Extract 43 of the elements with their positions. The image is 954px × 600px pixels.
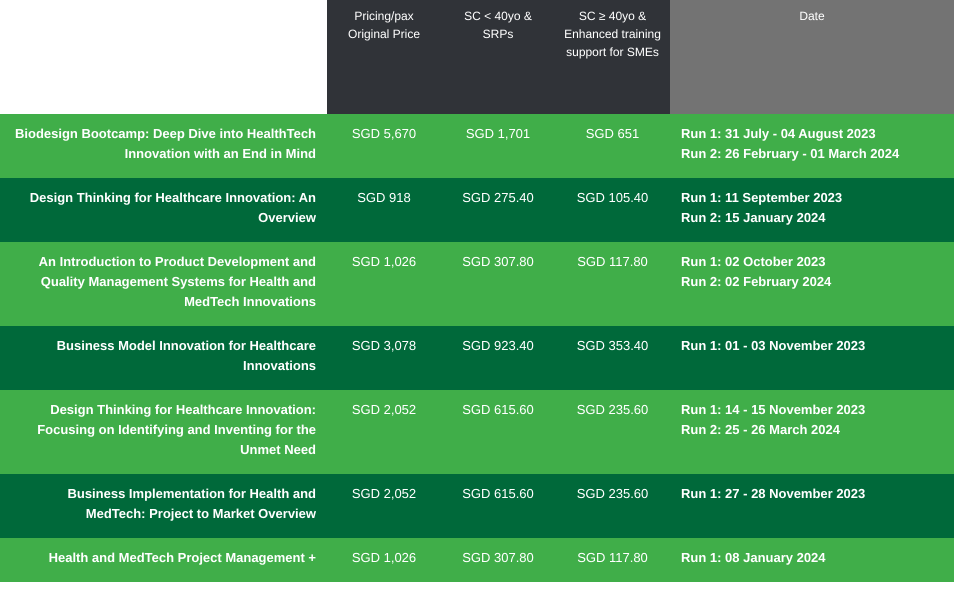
table-cell: SGD 1,026 [352,254,416,269]
column-header: Pricing/pax Original Price [327,0,441,114]
column-header: Date [670,0,954,114]
run-date: Run 2: 15 January 2024 [681,209,826,227]
run-date: Run 1: 08 January 2024 [681,549,826,567]
table-cell: SGD 235.60 [576,486,648,501]
table-cell: SGD 307.80 [462,550,534,565]
table-cell: SGD 2,052 [352,402,416,417]
course-title: Biodesign Bootcamp: Deep Dive into HealthTech Innovation with an End in Mind [14,125,317,163]
table-cell: SGD 307.80 [462,254,534,269]
table-cell: SGD 1,701 [466,126,530,141]
table-cell: SGD 1,026 [352,550,416,565]
column-header: SC < 40yo & SRPs [441,0,555,114]
table-cell: SGD 923.40 [462,338,534,353]
course-title: Business Model Innovation for Healthcare Innovations [56,337,317,375]
run-date: Run 1: 02 October 2023 [681,253,826,271]
table-cell: SGD 615.60 [462,486,534,501]
table-cell: SGD 2,052 [352,486,416,501]
table-cell: SGD 117.80 [577,550,648,565]
course-title: Health and MedTech Project Management + [48,549,317,567]
table-cell: SGD 651 [586,126,640,141]
run-date: Run 1: 31 July - 04 August 2023 [681,125,876,143]
table-cell: SGD 105.40 [576,190,648,205]
table-cell: SGD 918 [357,190,411,205]
course-title: Design Thinking for Healthcare Innovation: An Overview [28,189,317,227]
run-date: Run 1: 01 - 03 November 2023 [681,337,866,355]
table-cell: SGD 615.60 [462,402,534,417]
course-title: An Introduction to Product Development and Quality Management Systems for Health and MedTech Innovations [38,253,317,311]
course-title: Design Thinking for Healthcare Innovation: Focusing on Identifying and Inventing for the Unmet Need [36,401,317,459]
run-date: Run 2: 02 February 2024 [681,273,832,291]
table-cell: SGD 3,078 [352,338,416,353]
table-cell: SGD 275.40 [462,190,534,205]
table-cell: SGD 353.40 [576,338,648,353]
table-cell: SGD 235.60 [576,402,648,417]
run-date: Run 1: 14 - 15 November 2023 [681,401,866,419]
column-header: SC ≥ 40yo & Enhanced training support for SMEs [555,0,670,114]
run-date: Run 1: 27 - 28 November 2023 [681,485,866,503]
run-date: Run 2: 25 - 26 March 2024 [681,421,840,439]
table-cell: SGD 5,670 [352,126,416,141]
run-date: Run 1: 11 September 2023 [681,189,842,207]
course-title: Business Implementation for Health and MedTech: Project to Market Overview [66,485,317,523]
table-cell: SGD 117.80 [577,254,648,269]
run-date: Run 2: 26 February - 01 March 2024 [681,145,900,163]
